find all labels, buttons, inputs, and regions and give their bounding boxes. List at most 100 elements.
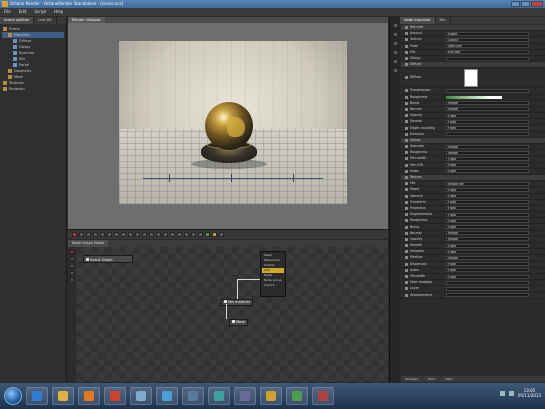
inspector-value-field[interactable]: Image	[446, 255, 529, 260]
region-render-icon[interactable]	[142, 232, 147, 237]
inspector-value-field[interactable]: Float	[446, 169, 529, 174]
close-button[interactable]	[531, 1, 543, 7]
render-viewport[interactable]: Render viewport	[68, 17, 388, 229]
imager-icon[interactable]	[392, 68, 398, 73]
volume-icon[interactable]	[508, 390, 514, 396]
render-green-icon[interactable]	[205, 232, 210, 237]
expand-arrow-icon[interactable]	[405, 63, 408, 67]
menu-help[interactable]: Help	[54, 8, 63, 16]
inspector-value-field[interactable]: Mixed	[446, 31, 529, 36]
inspector-value-field[interactable]: Float	[446, 113, 529, 118]
pin-checkbox[interactable]	[405, 169, 408, 173]
expand-arrow-icon[interactable]	[405, 176, 408, 180]
pin-checkbox[interactable]	[405, 188, 408, 192]
pin-checkbox[interactable]	[405, 50, 408, 54]
inspector-row[interactable]: Diffuse	[401, 68, 545, 89]
inspector-value-field[interactable]: Float	[446, 249, 529, 254]
pin-checkbox[interactable]	[405, 287, 408, 291]
inspector-value-field[interactable]	[446, 293, 529, 298]
expand-arrow-icon[interactable]	[405, 26, 408, 30]
taskbar-paint-icon[interactable]	[156, 387, 178, 405]
pin-checkbox[interactable]	[405, 157, 408, 161]
inspector-value-field[interactable]: Float	[446, 206, 529, 211]
context-menu-item[interactable]: Import...	[262, 283, 284, 288]
inspector-value-field[interactable]: Float	[446, 262, 529, 267]
taskbar-media-player-icon[interactable]	[78, 387, 100, 405]
inspector-value-field[interactable]: Float	[446, 156, 529, 161]
pin-checkbox[interactable]	[405, 126, 408, 130]
pin-checkbox[interactable]	[405, 281, 408, 285]
menu-file[interactable]: File	[4, 8, 11, 16]
inspector-value-field[interactable]: Specular	[446, 44, 529, 49]
taskbar-app-icon[interactable]	[286, 387, 308, 405]
inspector-value-field[interactable]	[446, 280, 529, 285]
network-icon[interactable]	[499, 390, 505, 396]
menu-edit[interactable]: Edit	[19, 8, 27, 16]
start-icon[interactable]	[93, 232, 98, 237]
pin-checkbox[interactable]	[405, 206, 408, 210]
group-node-icon[interactable]	[70, 264, 74, 268]
inspector-value-field[interactable]: Float	[446, 268, 529, 273]
delete-node-icon[interactable]	[70, 250, 74, 254]
pin-checkbox[interactable]	[405, 132, 408, 136]
pin-checkbox[interactable]	[405, 57, 408, 61]
pin-checkbox[interactable]	[405, 182, 408, 186]
render-image[interactable]	[119, 41, 347, 204]
taskbar-app-icon[interactable]	[234, 387, 256, 405]
inspector-value-field[interactable]	[446, 56, 529, 61]
mesh-node[interactable]: Mesh	[229, 319, 249, 326]
pin-checkbox[interactable]	[405, 38, 408, 42]
ungroup-node-icon[interactable]	[70, 271, 74, 275]
pin-checkbox[interactable]	[405, 101, 408, 105]
pin-checkbox[interactable]	[405, 145, 408, 149]
pin-checkbox[interactable]	[405, 231, 408, 235]
taskbar-octane-icon[interactable]	[260, 387, 282, 405]
inspector-value-field[interactable]: Image	[446, 101, 529, 106]
pick-material-icon[interactable]	[135, 232, 140, 237]
pin-checkbox[interactable]	[405, 163, 408, 167]
collapse-icon[interactable]	[392, 32, 398, 37]
stop-render-icon[interactable]	[72, 232, 77, 237]
inspector-value-field[interactable]: Float	[446, 163, 529, 168]
clay-mode-icon[interactable]	[198, 232, 203, 237]
histogram-icon[interactable]	[191, 232, 196, 237]
save-image-icon[interactable]	[212, 232, 217, 237]
inspector-value-field[interactable]: Mix Mat	[446, 50, 529, 55]
pin-checkbox[interactable]	[405, 293, 408, 297]
settings-icon[interactable]	[219, 232, 224, 237]
inspector-value-field[interactable]: Float	[446, 218, 529, 223]
taskbar-chrome-icon[interactable]	[104, 387, 126, 405]
inspector-value-field[interactable]: Float	[446, 243, 529, 248]
tree-item[interactable]: Emission	[2, 86, 64, 92]
inspector-value-field[interactable]: Float	[446, 119, 529, 124]
tab-mix[interactable]: Mix	[436, 17, 451, 24]
pin-checkbox[interactable]	[405, 225, 408, 229]
grid-icon[interactable]	[156, 232, 161, 237]
pan-icon[interactable]	[114, 232, 119, 237]
pin-checkbox[interactable]	[405, 76, 408, 80]
value-slider[interactable]	[446, 95, 502, 99]
pin-checkbox[interactable]	[405, 237, 408, 241]
taskbar-ie-icon[interactable]	[26, 387, 48, 405]
add-node-icon[interactable]	[70, 257, 74, 261]
inspector-value-field[interactable]: Image	[446, 107, 529, 112]
taskbar-app-icon[interactable]	[182, 387, 204, 405]
pin-checkbox[interactable]	[405, 151, 408, 155]
pin-checkbox[interactable]	[405, 244, 408, 248]
node-graph-canvas[interactable]: Scene Graph Mix material Mesh Mesh Placem…	[77, 247, 388, 382]
inspector-value-field[interactable]: Float	[446, 194, 529, 199]
inspector-value-field[interactable]: Float	[446, 225, 529, 230]
kernel-icon[interactable]	[392, 59, 398, 64]
pin-checkbox[interactable]	[405, 200, 408, 204]
pin-checkbox[interactable]	[405, 194, 408, 198]
inspector-value-field[interactable]: Float	[446, 126, 529, 131]
inspector-value-field[interactable]	[446, 88, 529, 93]
tab-node-inspector[interactable]: Node inspector	[400, 17, 436, 24]
pin-checkbox[interactable]	[405, 262, 408, 266]
pin-checkbox[interactable]	[405, 114, 408, 118]
display-icon[interactable]	[170, 232, 175, 237]
expand-arrow-icon[interactable]	[405, 138, 408, 142]
inspector-value-field[interactable]: Image	[446, 150, 529, 155]
camera-settings-icon[interactable]	[392, 41, 398, 46]
pin-checkbox[interactable]	[405, 268, 408, 272]
